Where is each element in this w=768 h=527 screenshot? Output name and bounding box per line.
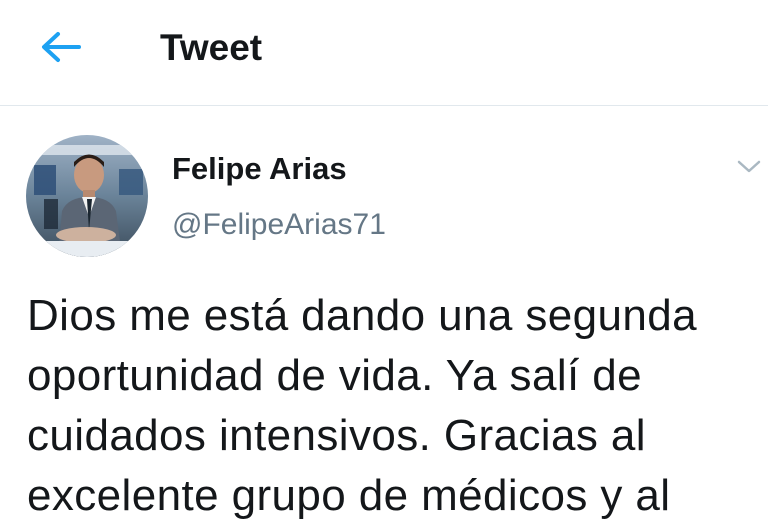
chevron-down-icon bbox=[737, 160, 761, 173]
arrow-left-icon bbox=[42, 32, 81, 62]
avatar-image bbox=[26, 135, 148, 257]
page-title: Tweet bbox=[160, 27, 263, 68]
avatar[interactable] bbox=[26, 135, 148, 257]
tweet-detail-screen: Tweet Felipe Arias @FelipeArias71 Dios m… bbox=[0, 0, 768, 527]
back-button[interactable] bbox=[36, 24, 86, 70]
top-bar: Tweet bbox=[0, 0, 768, 106]
tweet-text: Dios me está dando una segunda oportunid… bbox=[27, 291, 698, 520]
author-name[interactable]: Felipe Arias bbox=[172, 151, 347, 187]
tweet-options-button[interactable] bbox=[730, 150, 768, 184]
author-handle[interactable]: @FelipeArias71 bbox=[172, 207, 386, 243]
